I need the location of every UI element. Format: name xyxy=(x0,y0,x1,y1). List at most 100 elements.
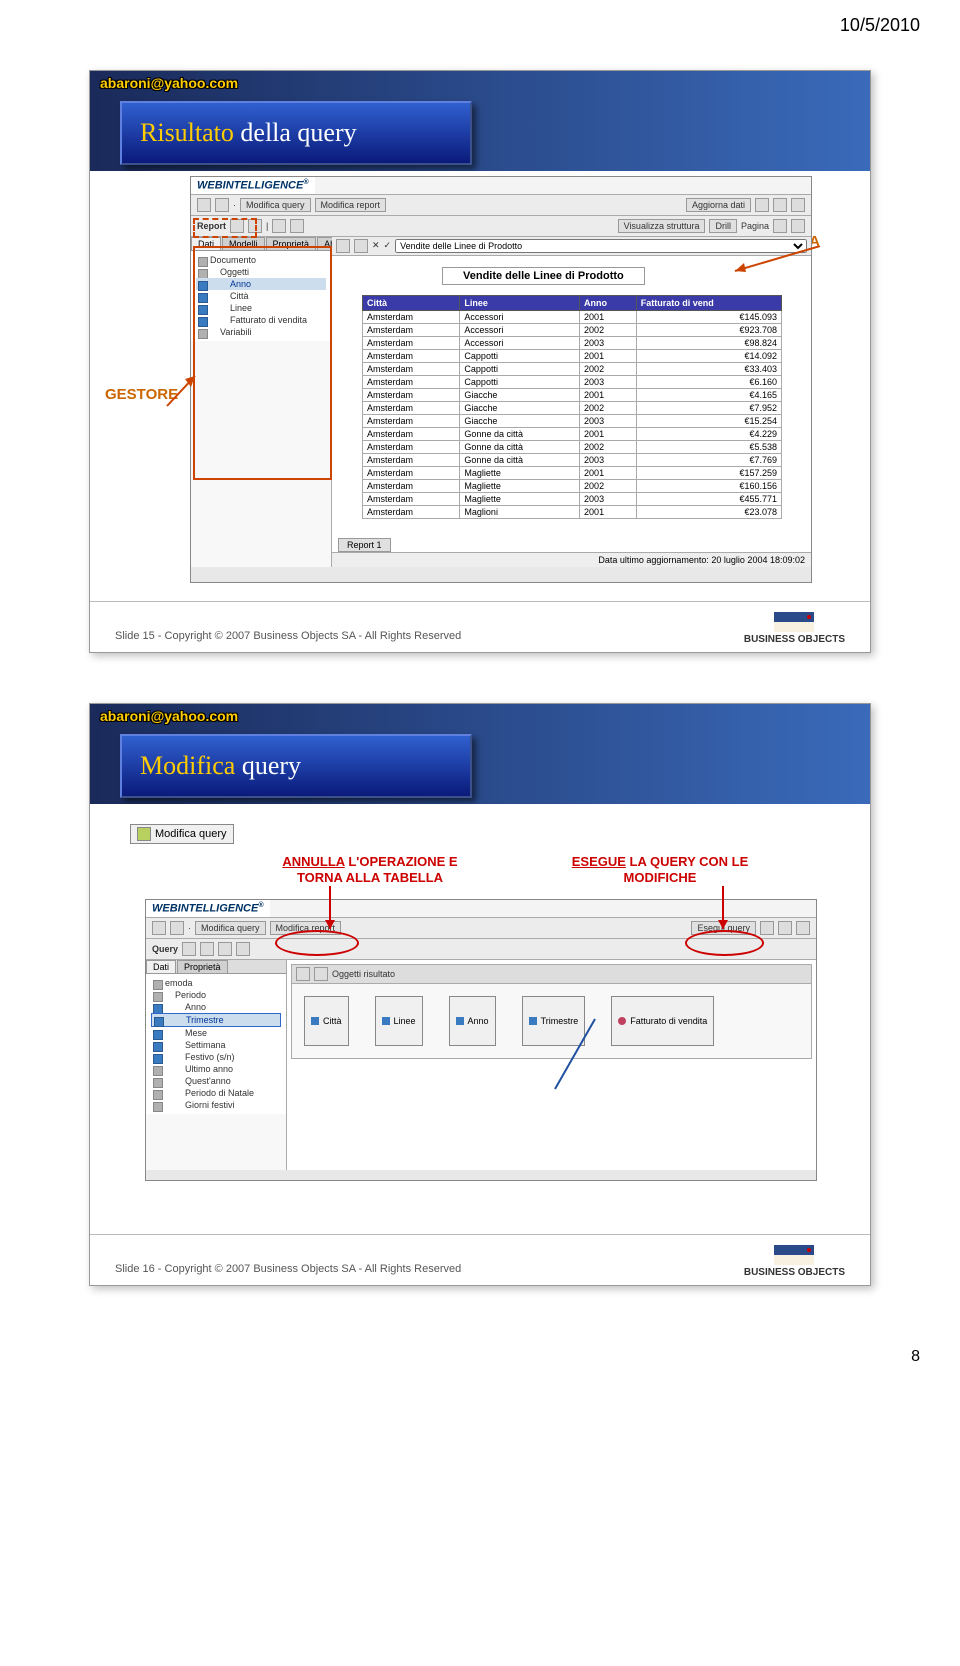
slide-header: abaroni@yahoo.com Modifica query xyxy=(90,704,870,804)
next-page-icon[interactable] xyxy=(791,219,805,233)
table-cell: 2003 xyxy=(580,414,637,427)
table-row: AmsterdamAccessori2003€98.824 xyxy=(363,336,782,349)
q-icon-2[interactable] xyxy=(200,942,214,956)
tab-dati[interactable]: Dati xyxy=(146,960,176,973)
table-row: AmsterdamMaglioni2001€23.078 xyxy=(363,505,782,518)
modifica-query-btn[interactable]: Modifica query xyxy=(240,198,311,212)
chip-citta[interactable]: Città xyxy=(304,996,349,1046)
tool-icon-2[interactable] xyxy=(778,921,792,935)
tree-settimana[interactable]: Settimana xyxy=(151,1039,281,1051)
visualizza-struttura-btn[interactable]: Visualizza struttura xyxy=(618,219,706,233)
og-icon-1[interactable] xyxy=(296,967,310,981)
email-label: abaroni@yahoo.com xyxy=(100,708,238,724)
table-cell: €4.229 xyxy=(636,427,781,440)
tree-questanno[interactable]: Quest'anno xyxy=(151,1075,281,1087)
slide-16: abaroni@yahoo.com Modifica query Modific… xyxy=(89,703,871,1286)
table-cell: Amsterdam xyxy=(363,349,460,362)
og-icon-2[interactable] xyxy=(314,967,328,981)
table-cell: Gonne da città xyxy=(460,427,580,440)
tool-icon-3[interactable] xyxy=(796,921,810,935)
email-label: abaroni@yahoo.com xyxy=(100,75,238,91)
table-row: AmsterdamGiacche2003€15.254 xyxy=(363,414,782,427)
table-cell: €5.538 xyxy=(636,440,781,453)
table-cell: €157.259 xyxy=(636,466,781,479)
save-icon[interactable] xyxy=(170,921,184,935)
th-fatt: Fatturato di vend xyxy=(636,295,781,310)
table-row: AmsterdamAccessori2001€145.093 xyxy=(363,310,782,323)
title-word-2: query xyxy=(242,751,301,781)
tree-mese[interactable]: Mese xyxy=(151,1027,281,1039)
tool-icon-3[interactable] xyxy=(791,198,805,212)
table-title: Vendite delle Linee di Prodotto xyxy=(442,267,645,285)
table-cell: Amsterdam xyxy=(363,466,460,479)
table-cell: Cappotti xyxy=(460,362,580,375)
table-cell: 2001 xyxy=(580,466,637,479)
tree-periodo[interactable]: Periodo xyxy=(151,989,281,1001)
tree-natale[interactable]: Periodo di Natale xyxy=(151,1087,281,1099)
table-cell: €455.771 xyxy=(636,492,781,505)
slide-header: abaroni@yahoo.com Risultato della query xyxy=(90,71,870,171)
q-icon-4[interactable] xyxy=(236,942,250,956)
save-icon[interactable] xyxy=(215,198,229,212)
aggiorna-dati-btn[interactable]: Aggiorna dati xyxy=(686,198,751,212)
table-cell: €15.254 xyxy=(636,414,781,427)
tree-anno[interactable]: Anno xyxy=(151,1001,281,1013)
table-cell: 2002 xyxy=(580,323,637,336)
table-cell: 2003 xyxy=(580,336,637,349)
esegue-arrow xyxy=(708,884,738,934)
date: 10/5/2010 xyxy=(840,15,920,36)
table-cell: Giacche xyxy=(460,414,580,427)
report-tab[interactable]: Report 1 xyxy=(338,538,391,552)
table-cell: €23.078 xyxy=(636,505,781,518)
table-cell: Amsterdam xyxy=(363,310,460,323)
tabella-arrow xyxy=(730,246,830,276)
table-cell: Amsterdam xyxy=(363,323,460,336)
rep-icon-3[interactable] xyxy=(272,219,286,233)
table-cell: 2003 xyxy=(580,492,637,505)
dd-icon-2[interactable] xyxy=(354,239,368,253)
tool-icon-1[interactable] xyxy=(760,921,774,935)
tool-icon-2[interactable] xyxy=(773,198,787,212)
tree-giorni-festivi[interactable]: Giorni festivi xyxy=(151,1099,281,1111)
chip-fatturato[interactable]: Fatturato di vendita xyxy=(611,996,714,1046)
title-word-1: Risultato xyxy=(140,118,234,148)
table-row: AmsterdamMagliette2002€160.156 xyxy=(363,479,782,492)
chip-linee[interactable]: Linee xyxy=(375,996,423,1046)
table-row: AmsterdamMagliette2003€455.771 xyxy=(363,492,782,505)
table-cell: Amsterdam xyxy=(363,362,460,375)
table-cell: 2001 xyxy=(580,505,637,518)
table-cell: Accessori xyxy=(460,323,580,336)
gestore-highlight xyxy=(193,246,332,480)
tool-icon-1[interactable] xyxy=(755,198,769,212)
tree-root[interactable]: emoda xyxy=(151,977,281,989)
bo-logo: BUSINESS OBJECTS xyxy=(744,1245,845,1278)
app-logo: WEBINTELLIGENCE® xyxy=(146,900,270,917)
q-icon-3[interactable] xyxy=(218,942,232,956)
modifica-query-btn[interactable]: Modifica query xyxy=(195,921,266,935)
pagina-label: Pagina xyxy=(741,221,769,231)
tab-proprieta[interactable]: Proprietà xyxy=(177,960,228,973)
gestore-arrow xyxy=(165,371,205,411)
doc-icon[interactable] xyxy=(152,921,166,935)
oggetti-label: Oggetti risultato xyxy=(332,969,395,979)
q-icon-1[interactable] xyxy=(182,942,196,956)
tree-ultimo-anno[interactable]: Ultimo anno xyxy=(151,1063,281,1075)
esegue-annotation: ESEGUE LA QUERY CON LE MODIFICHE xyxy=(565,854,755,885)
chip-anno[interactable]: Anno xyxy=(449,996,496,1046)
tree-trimestre[interactable]: Trimestre xyxy=(151,1013,281,1027)
table-cell: Maglioni xyxy=(460,505,580,518)
annulla-annotation: ANNULLA L'OPERAZIONE E TORNA ALLA TABELL… xyxy=(275,854,465,885)
drill-btn[interactable]: Drill xyxy=(709,219,737,233)
app-logo: WEBINTELLIGENCE® xyxy=(191,177,315,194)
table-cell: €160.156 xyxy=(636,479,781,492)
table-cell: Amsterdam xyxy=(363,336,460,349)
dd-icon-1[interactable] xyxy=(336,239,350,253)
rep-icon-4[interactable] xyxy=(290,219,304,233)
modifica-report-btn[interactable]: Modifica report xyxy=(315,198,387,212)
querymod-arrow xyxy=(550,1014,610,1094)
tree-festivo[interactable]: Festivo (s/n) xyxy=(151,1051,281,1063)
modifica-query-badge[interactable]: Modifica query xyxy=(130,824,234,844)
prev-page-icon[interactable] xyxy=(773,219,787,233)
table-row: AmsterdamCappotti2003€6.160 xyxy=(363,375,782,388)
doc-icon[interactable] xyxy=(197,198,211,212)
